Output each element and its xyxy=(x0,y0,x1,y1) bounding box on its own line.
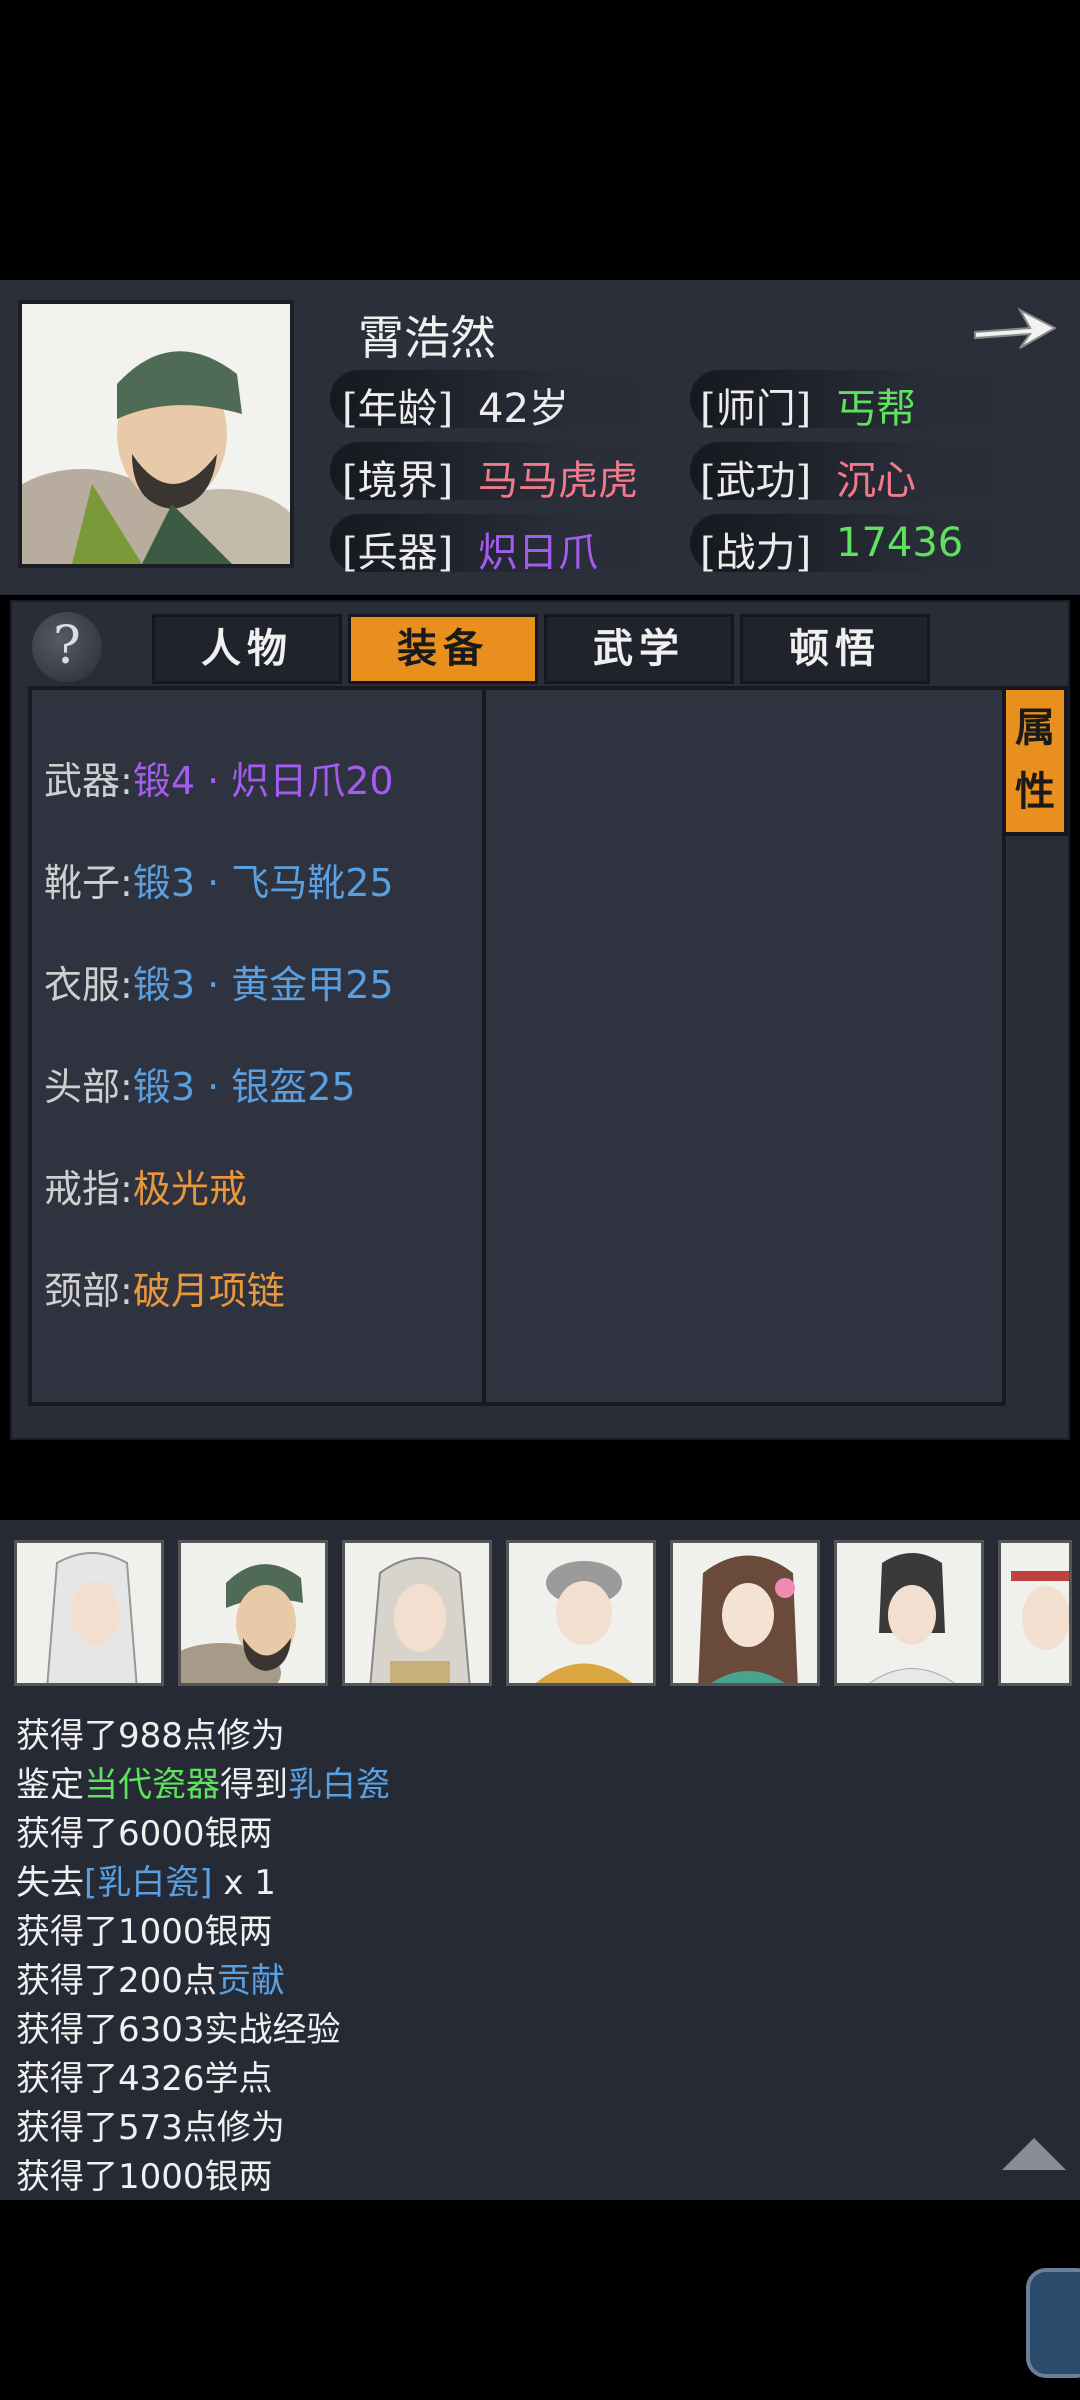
log-text: x 1 xyxy=(212,1863,276,1903)
weapon-value: 炽日爪 xyxy=(478,530,598,576)
equipment-item-name: 极光戒 xyxy=(132,1167,247,1211)
attributes-tab[interactable]: 属 性 xyxy=(1002,686,1068,836)
equipment-slot-label: 戒指: xyxy=(44,1167,133,1211)
log-line: 获得了1000银两 xyxy=(16,1904,273,1953)
party-member-portrait[interactable] xyxy=(178,1540,328,1686)
party-member-portrait[interactable] xyxy=(342,1540,492,1686)
log-line: 获得了6303实战经验 xyxy=(16,2002,341,2051)
log-text: 获得了1000银两 xyxy=(16,2157,273,2197)
age-value: 42岁 xyxy=(478,386,569,432)
party-member-portrait[interactable] xyxy=(670,1540,820,1686)
equipment-item-name: 锻3 · 银盔25 xyxy=(132,1065,356,1109)
log-text: 获得了6000银两 xyxy=(16,1814,273,1854)
log-text: [乳白瓷] xyxy=(84,1863,213,1903)
log-line: 获得了573点修为 xyxy=(16,2100,285,2149)
equipment-row-ring[interactable]: 戒指:极光戒 xyxy=(44,1158,247,1213)
log-text: 获得了573点修为 xyxy=(16,2108,285,2148)
log-line: 获得了988点修为 xyxy=(16,1708,285,1757)
log-text: 得到 xyxy=(220,1765,288,1805)
log-text: 失去 xyxy=(16,1863,84,1903)
log-line: 鉴定当代瓷器得到乳白瓷 xyxy=(16,1757,390,1806)
equipment-row-head[interactable]: 头部:锻3 · 银盔25 xyxy=(44,1056,356,1111)
age-label: [年龄] xyxy=(342,386,454,432)
weapon-label: [兵器] xyxy=(342,530,454,576)
equipment-slot-label: 武器: xyxy=(44,759,133,803)
next-arrow-icon[interactable] xyxy=(970,298,1060,358)
equipment-item-name: 锻4 · 炽日爪20 xyxy=(132,759,394,803)
martial-value: 沉心 xyxy=(836,458,916,504)
martial-label: [武功] xyxy=(700,458,812,504)
log-text: 当代瓷器 xyxy=(84,1765,220,1805)
party-portraits xyxy=(0,1540,1080,1690)
attributes-tab-line1: 属 xyxy=(1015,704,1055,751)
tab-martial-arts[interactable]: 武学 xyxy=(544,614,734,684)
party-member-portrait[interactable] xyxy=(998,1540,1072,1686)
scroll-up-icon[interactable] xyxy=(1002,2138,1066,2170)
character-portrait xyxy=(18,300,294,568)
attributes-tab-line2: 性 xyxy=(1015,768,1055,815)
character-profile-panel: 霄浩然 [年龄] 42岁 [师门] 丐帮 [境界] 马马虎虎 [武功] 沉心 [… xyxy=(0,280,1080,595)
log-text: 乳白瓷 xyxy=(288,1765,390,1805)
party-member-portrait[interactable] xyxy=(506,1540,656,1686)
log-line: 获得了6000银两 xyxy=(16,1806,273,1855)
power-value: 17436 xyxy=(836,520,964,566)
log-line: 失去[乳白瓷] x 1 xyxy=(16,1855,276,1904)
power-label: [战力] xyxy=(700,530,812,576)
log-line: 获得了200点贡献 xyxy=(16,1953,285,2002)
realm-label: [境界] xyxy=(342,458,454,504)
equipment-row-weapon[interactable]: 武器:锻4 · 炽日爪20 xyxy=(44,750,394,805)
equipment-row-clothes[interactable]: 衣服:锻3 · 黄金甲25 xyxy=(44,954,394,1009)
equipment-slot-label: 衣服: xyxy=(44,963,133,1007)
log-text: 鉴定 xyxy=(16,1765,84,1805)
equipment-row-boots[interactable]: 靴子:锻3 · 飞马靴25 xyxy=(44,852,394,907)
realm-value: 马马虎虎 xyxy=(478,458,638,504)
equipment-slot-label: 颈部: xyxy=(44,1269,133,1313)
tab-equipment[interactable]: 装备 xyxy=(348,614,538,684)
party-member-portrait[interactable] xyxy=(14,1540,164,1686)
equipment-panel: ? 人物 装备 武学 顿悟 属 性 武器:锻4 · 炽日爪20 靴子:锻3 · … xyxy=(10,600,1070,1440)
equipment-slot-label: 头部: xyxy=(44,1065,133,1109)
log-line: 获得了1000银两 xyxy=(16,2149,273,2198)
floating-menu-button[interactable] xyxy=(1026,2268,1080,2378)
character-name: 霄浩然 xyxy=(358,311,496,365)
log-text: 贡献 xyxy=(216,1961,285,2001)
log-text: 获得了1000银两 xyxy=(16,1912,273,1952)
help-icon[interactable]: ? xyxy=(32,612,102,682)
sect-value: 丐帮 xyxy=(836,386,916,432)
log-text: 获得了6303实战经验 xyxy=(16,2010,341,2050)
equipment-row-neck[interactable]: 颈部:破月项链 xyxy=(44,1260,285,1315)
equipment-item-name: 锻3 · 黄金甲25 xyxy=(132,963,394,1007)
log-text: 获得了200点 xyxy=(16,1961,217,2001)
equipment-item-name: 锻3 · 飞马靴25 xyxy=(132,861,394,905)
equipment-slot-label: 靴子: xyxy=(44,861,133,905)
tab-character[interactable]: 人物 xyxy=(152,614,342,684)
log-text: 获得了988点修为 xyxy=(16,1716,285,1756)
log-text: 获得了4326学点 xyxy=(16,2059,273,2099)
equipment-detail xyxy=(482,686,1006,1406)
sect-label: [师门] xyxy=(700,386,812,432)
party-member-portrait[interactable] xyxy=(834,1540,984,1686)
equipment-item-name: 破月项链 xyxy=(132,1269,285,1313)
log-line: 获得了4326学点 xyxy=(16,2051,273,2100)
tab-enlightenment[interactable]: 顿悟 xyxy=(740,614,930,684)
message-log-area: 获得了988点修为 鉴定当代瓷器得到乳白瓷 获得了6000银两 失去[乳白瓷] x 1… xyxy=(0,1520,1080,2200)
